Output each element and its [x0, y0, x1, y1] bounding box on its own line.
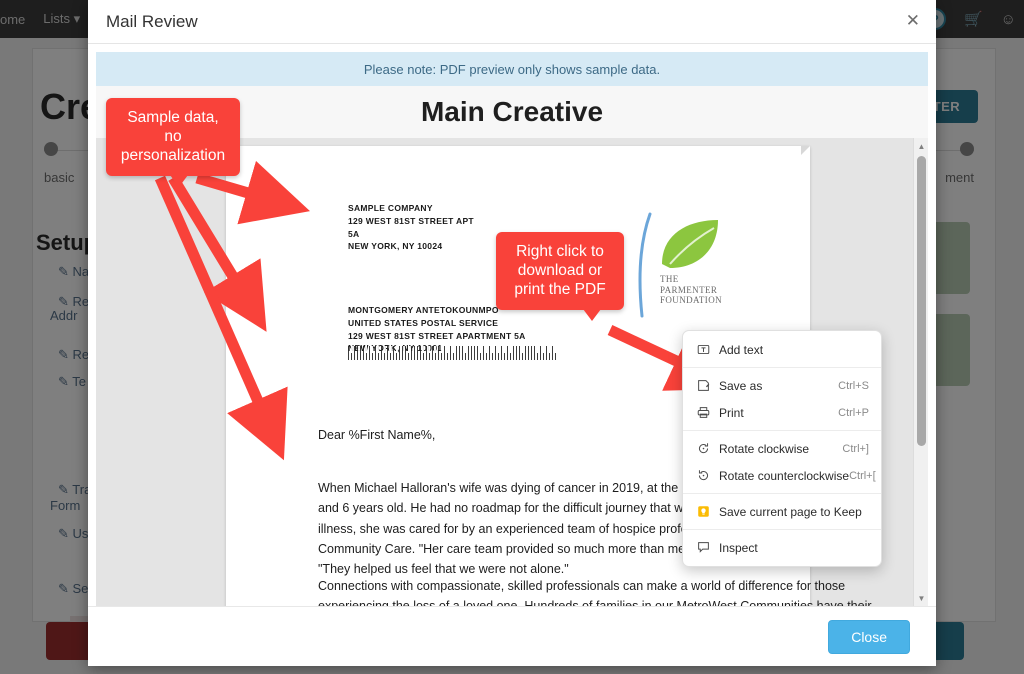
scrollbar-thumb[interactable]: [917, 156, 926, 446]
context-menu-separator: [683, 430, 881, 431]
parmenter-foundation-logo: THE PARMENTER FOUNDATION: [626, 212, 736, 322]
screenshot-root: ome Lists ▾ C ? 🛒 ☺ Crea ATER basic ment…: [0, 0, 1024, 674]
context-menu-label: Rotate counterclockwise: [719, 468, 850, 483]
pdf-scrollbar[interactable]: ▲ ▼: [913, 138, 928, 606]
context-menu-item-inspect[interactable]: Inspect: [683, 534, 881, 561]
rotate-counterclockwise-icon: [693, 469, 713, 482]
context-menu-label: Save current page to Keep: [719, 504, 862, 519]
context-menu-item-save-to-keep[interactable]: Save current page to Keep: [683, 498, 881, 525]
inspect-icon: [693, 541, 713, 554]
modal-footer: Close: [88, 606, 936, 666]
callout-sample-data: Sample data, no personalization: [106, 98, 240, 187]
add-text-icon: [693, 343, 713, 356]
context-menu-shortcut: Ctrl+[: [849, 469, 876, 482]
logo-line-2: PARMENTER: [660, 284, 718, 295]
close-icon[interactable]: ✕: [906, 12, 920, 29]
context-menu-label: Save as: [719, 378, 763, 393]
modal-title: Mail Review: [106, 11, 198, 31]
salutation: Dear %First Name%,: [318, 428, 436, 442]
context-menu-separator: [683, 529, 881, 530]
logo-line-3: FOUNDATION: [660, 295, 722, 306]
context-menu-item-rotate-clockwise[interactable]: Rotate clockwise Ctrl+]: [683, 435, 881, 462]
print-icon: [693, 406, 713, 419]
rotate-clockwise-icon: [693, 442, 713, 455]
page-corner-fold: [801, 146, 810, 155]
callout-right-click-text: Right click to download or print the PDF: [514, 243, 606, 299]
context-menu-shortcut: Ctrl+]: [842, 442, 869, 455]
callout-sample-data-text: Sample data, no personalization: [120, 109, 226, 165]
sender-address: SAMPLE COMPANY 129 WEST 81ST STREET APT …: [348, 203, 474, 252]
context-menu-label: Print: [719, 405, 744, 420]
context-menu-separator: [683, 367, 881, 368]
sample-data-notice: Please note: PDF preview only shows samp…: [96, 52, 928, 86]
scroll-down-icon[interactable]: ▼: [914, 591, 928, 605]
context-menu-item-rotate-counterclockwise[interactable]: Rotate counterclockwise Ctrl+[: [683, 462, 881, 489]
scroll-up-icon[interactable]: ▲: [914, 139, 928, 153]
keep-icon: [693, 505, 713, 518]
save-as-icon: [693, 379, 713, 392]
context-menu-separator: [683, 493, 881, 494]
modal-header: Mail Review ✕: [88, 0, 936, 44]
context-menu-label: Inspect: [719, 540, 758, 555]
callout-tail: [170, 174, 189, 187]
context-menu-label: Add text: [719, 342, 764, 357]
close-button[interactable]: Close: [828, 619, 910, 654]
callout-right-click: Right click to download or print the PDF: [496, 232, 624, 321]
pdf-context-menu[interactable]: Add text Save as Ctrl+S Print Ctrl+P Rot…: [682, 330, 882, 567]
context-menu-shortcut: Ctrl+S: [838, 379, 869, 392]
context-menu-label: Rotate clockwise: [719, 441, 810, 456]
context-menu-item-save-as[interactable]: Save as Ctrl+S: [683, 372, 881, 399]
body-paragraph-2: Connections with compassionate, skilled …: [318, 579, 872, 606]
context-menu-shortcut: Ctrl+P: [838, 406, 869, 419]
context-menu-item-print[interactable]: Print Ctrl+P: [683, 399, 881, 426]
postal-barcode: [348, 346, 558, 360]
logo-line-1: THE: [660, 274, 679, 284]
callout-tail: [583, 308, 602, 321]
context-menu-item-add-text[interactable]: Add text: [683, 336, 881, 363]
